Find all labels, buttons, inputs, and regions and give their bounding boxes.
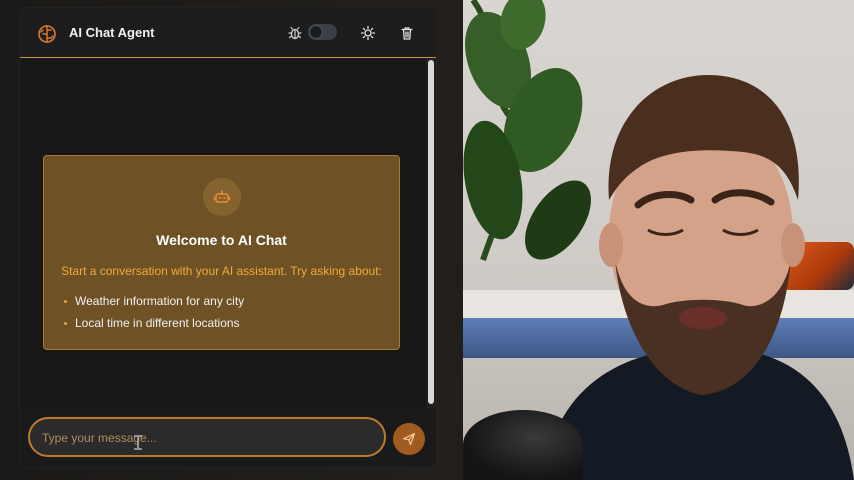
sun-icon[interactable]	[360, 25, 376, 41]
suggestion-list: Weather information for any city Local t…	[63, 294, 244, 338]
welcome-title: Welcome to AI Chat	[156, 232, 287, 248]
suggestion-item: Local time in different locations	[63, 316, 244, 331]
chat-app-window: AI Chat Agent Welcome to AI Chat Start a…	[20, 8, 436, 467]
bot-avatar	[203, 178, 241, 216]
bullet	[64, 322, 67, 325]
suggestion-text: Weather information for any city	[75, 294, 245, 308]
bug-icon[interactable]	[287, 25, 303, 41]
brain-icon	[38, 25, 56, 43]
welcome-subtitle: Start a conversation with your AI assist…	[61, 264, 382, 278]
scrollbar[interactable]	[426, 58, 436, 408]
composer	[20, 408, 436, 467]
send-icon	[402, 432, 416, 446]
trash-icon[interactable]	[399, 25, 415, 41]
welcome-card: Welcome to AI Chat Start a conversation …	[43, 155, 400, 350]
robot-icon	[213, 190, 231, 203]
app-header: AI Chat Agent	[20, 8, 436, 58]
suggestion-item: Weather information for any city	[63, 294, 244, 309]
bullet	[64, 300, 67, 303]
webcam-feed	[463, 0, 854, 480]
microphone	[463, 410, 583, 480]
app-title: AI Chat Agent	[69, 25, 155, 40]
scrollbar-thumb[interactable]	[428, 60, 434, 404]
screen: AI Chat Agent Welcome to AI Chat Start a…	[0, 0, 854, 480]
suggestion-text: Local time in different locations	[75, 316, 240, 330]
send-button[interactable]	[393, 423, 425, 455]
message-input-wrapper[interactable]	[28, 417, 386, 457]
toggle-knob	[309, 25, 323, 39]
message-input[interactable]	[40, 428, 374, 448]
presenter-image	[543, 75, 854, 480]
message-list[interactable]: Welcome to AI Chat Start a conversation …	[20, 58, 426, 408]
debug-toggle[interactable]	[308, 24, 337, 40]
text-cursor-icon	[134, 435, 142, 450]
